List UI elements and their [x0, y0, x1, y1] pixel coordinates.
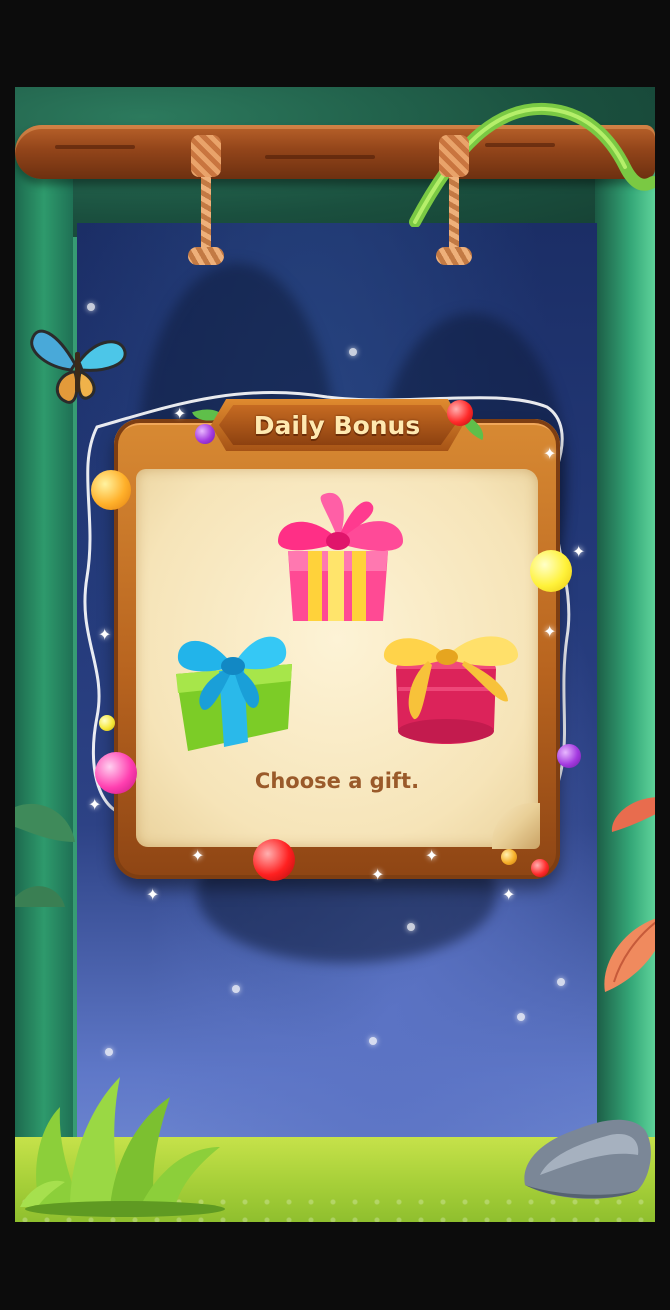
light-bulb-icon	[531, 859, 549, 877]
sparkle-icon: ✦	[371, 865, 385, 884]
page-curl	[492, 803, 540, 849]
light-bulb-icon	[253, 839, 295, 881]
light-bulb-icon	[91, 470, 131, 510]
grass-icon	[20, 1077, 225, 1217]
title-plaque-inner: Daily Bonus	[219, 405, 455, 445]
leaf-plant-left	[15, 803, 75, 907]
green-gift-box[interactable]	[164, 619, 304, 759]
rope-knot-icon	[188, 135, 224, 265]
sparkle-icon: ✦	[146, 885, 160, 904]
sparkle-icon: ✦	[98, 625, 112, 644]
sparkle-icon: ✦	[425, 846, 439, 865]
vine-icon	[409, 102, 655, 227]
light-bulb-icon	[99, 715, 115, 731]
sparkle-icon: ✦	[572, 542, 586, 561]
rope-knot-icon	[436, 135, 472, 265]
snowflake	[369, 1037, 377, 1045]
sparkle-icon: ✦	[502, 885, 516, 904]
light-bulb-icon	[95, 752, 137, 794]
game-scene: Choose a gift. Daily Bonus ✦ ✦ ✦ ✦ ✦ ✦ ✦…	[15, 87, 655, 1222]
round-pink-gift-box[interactable]	[368, 609, 528, 759]
snowflake	[349, 348, 357, 356]
choose-gift-prompt: Choose a gift.	[254, 769, 420, 793]
daily-bonus-dialog: Choose a gift. Daily Bonus	[114, 399, 560, 879]
sparkle-icon: ✦	[191, 846, 205, 865]
sparkle-icon: ✦	[88, 795, 102, 814]
snowflake	[517, 1013, 525, 1021]
light-bulb-icon	[530, 550, 572, 592]
parchment-panel: Choose a gift.	[136, 469, 540, 849]
light-bulb-icon	[195, 424, 215, 444]
light-bulb-icon	[501, 849, 517, 865]
snowflake	[87, 303, 95, 311]
snowflake	[557, 978, 565, 986]
sparkle-icon: ✦	[543, 622, 557, 641]
daily-bonus-title: Daily Bonus	[253, 410, 421, 440]
light-bulb-icon	[447, 400, 473, 426]
rock-icon	[524, 1119, 651, 1199]
sparkle-icon: ✦	[173, 404, 187, 423]
jungle-pillar-left	[15, 147, 73, 1147]
sparkle-icon: ✦	[543, 444, 557, 463]
snowflake	[232, 985, 240, 993]
snowflake	[407, 923, 415, 931]
light-bulb-icon	[557, 744, 581, 768]
leaf-plant-right	[604, 797, 655, 992]
